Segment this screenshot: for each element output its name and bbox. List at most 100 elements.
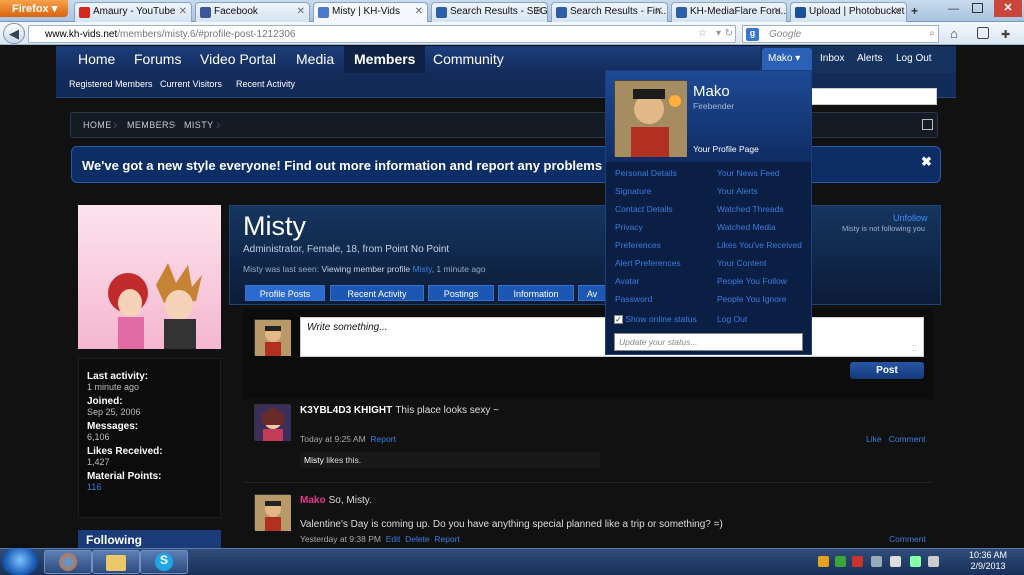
profile-tab[interactable]: Postings — [428, 285, 494, 301]
browser-tab[interactable]: Search Results - SEG... ✕ — [431, 2, 548, 22]
browser-tab[interactable]: Upload | Photobucket ✕ — [790, 2, 907, 22]
nav-tab-media[interactable]: Media — [286, 46, 344, 73]
alerts-link[interactable]: Alerts — [857, 53, 883, 64]
subnav-item[interactable]: Registered Members — [69, 79, 153, 89]
close-tab-icon[interactable]: ✕ — [415, 6, 423, 17]
close-window-icon[interactable]: ✕ — [994, 0, 1022, 17]
close-tab-icon[interactable]: ✕ — [535, 6, 543, 17]
taskbar-skype-icon[interactable]: S — [140, 550, 188, 574]
taskbar-explorer-icon[interactable] — [92, 550, 140, 574]
report-link[interactable]: Report — [434, 534, 460, 544]
show-online-option[interactable]: ✓ Show online status — [614, 314, 697, 324]
account-menu-link[interactable]: Your News Feed — [717, 168, 780, 178]
checkbox-icon[interactable]: ✓ — [614, 315, 623, 324]
profile-avatar[interactable] — [78, 205, 221, 349]
user-menu-button[interactable]: Mako ▾ — [762, 48, 812, 71]
tray-app-icon[interactable] — [818, 556, 829, 567]
back-button[interactable]: ◀ — [3, 23, 25, 44]
dropdown-icon[interactable]: ▾ — [716, 28, 721, 39]
profile-tab[interactable]: Recent Activity — [330, 285, 424, 301]
reload-icon[interactable]: ↻ — [725, 28, 733, 39]
url-bar[interactable]: www.kh-vids.net/members/misty.6/#profile… — [28, 25, 736, 43]
account-menu-link[interactable]: Password — [615, 294, 652, 304]
start-button[interactable] — [2, 548, 38, 575]
post-time[interactable]: Yesterday at 9:38 PM — [300, 534, 381, 544]
browser-search-input[interactable]: g Google ⌕ — [742, 25, 939, 43]
breadcrumb-item[interactable]: Misty — [184, 120, 214, 130]
close-tab-icon[interactable]: ✕ — [297, 6, 305, 17]
account-menu-link[interactable]: Alert Preferences — [615, 258, 681, 268]
close-tab-icon[interactable]: ✕ — [894, 6, 902, 17]
post-author[interactable]: Mako — [300, 495, 326, 506]
tray-app-icon[interactable] — [871, 556, 882, 567]
inbox-link[interactable]: Inbox — [820, 53, 844, 64]
account-menu-link[interactable]: People You Follow — [717, 276, 787, 286]
edit-link[interactable]: Edit — [386, 534, 401, 544]
nav-tab-forums[interactable]: Forums — [124, 46, 191, 73]
account-menu-link[interactable]: Likes You've Received — [717, 240, 802, 250]
search-icon[interactable]: ⌕ — [929, 28, 935, 39]
downloads-icon[interactable] — [977, 27, 989, 39]
bookmark-star-icon[interactable]: ☆ — [698, 28, 707, 39]
tray-flag-icon[interactable] — [890, 556, 901, 567]
profile-tab[interactable]: Av — [578, 285, 606, 301]
resize-handle-icon[interactable]: ⁚⁚ — [912, 344, 917, 353]
collapse-icon[interactable] — [922, 119, 933, 130]
account-menu-link[interactable]: Your Alerts — [717, 186, 758, 196]
tray-network-icon[interactable] — [910, 556, 921, 567]
popup-username[interactable]: Mako — [693, 83, 730, 100]
unfollow-link[interactable]: Unfollow — [893, 213, 928, 223]
report-link[interactable]: Report — [370, 434, 396, 444]
home-icon[interactable]: ⌂ — [950, 26, 958, 41]
nav-tab-video-portal[interactable]: Video Portal — [190, 46, 286, 73]
profile-location-link[interactable]: Point No Point — [385, 244, 449, 255]
tray-app-icon[interactable] — [835, 556, 846, 567]
nav-tab-members[interactable]: Members — [344, 46, 426, 73]
new-tab-button[interactable]: + — [911, 4, 918, 18]
account-menu-link[interactable]: Privacy — [615, 222, 643, 232]
browser-tab[interactable]: Search Results - Fin... ✕ — [551, 2, 668, 22]
comment-link[interactable]: Comment — [889, 534, 926, 544]
taskbar-clock[interactable]: 10:36 AM 2/9/2013 — [958, 550, 1018, 572]
post-button[interactable]: Post — [850, 362, 924, 379]
maximize-icon[interactable] — [972, 3, 983, 13]
my-avatar[interactable] — [254, 319, 291, 356]
subnav-item[interactable]: Current Visitors — [160, 79, 222, 89]
liker-link[interactable]: Misty — [304, 455, 324, 465]
tray-app-icon[interactable] — [852, 556, 863, 567]
account-menu-link[interactable]: Watched Threads — [717, 204, 784, 214]
tab-groups-icon[interactable]: ✚ — [1001, 28, 1010, 41]
browser-tab[interactable]: Facebook ✕ — [195, 2, 310, 22]
your-profile-link[interactable]: Your Profile Page — [693, 144, 759, 154]
subnav-item[interactable]: Recent Activity — [236, 79, 295, 89]
account-menu-link[interactable]: People You Ignore — [717, 294, 786, 304]
close-tab-icon[interactable]: ✕ — [774, 6, 782, 17]
last-seen-member-link[interactable]: Misty — [412, 264, 431, 274]
account-menu-link[interactable]: Watched Media — [717, 222, 776, 232]
account-menu-link[interactable]: Contact Details — [615, 204, 673, 214]
popup-avatar[interactable] — [614, 80, 687, 157]
close-tab-icon[interactable]: ✕ — [655, 6, 663, 17]
account-menu-link[interactable]: Preferences — [615, 240, 661, 250]
browser-tab[interactable]: Misty | KH-Vids ✕ — [313, 2, 428, 23]
post-time[interactable]: Today at 9:25 AM — [300, 434, 366, 444]
account-menu-link[interactable]: Your Content — [717, 258, 766, 268]
taskbar-firefox-icon[interactable] — [44, 550, 92, 574]
account-menu-link[interactable]: Personal Details — [615, 168, 677, 178]
delete-link[interactable]: Delete — [405, 534, 430, 544]
logout-link[interactable]: Log Out — [896, 53, 932, 64]
firefox-menu-button[interactable]: Firefox ▾ — [0, 0, 68, 17]
like-link[interactable]: Like — [866, 434, 882, 444]
browser-tab[interactable]: KH-MediaFlare Foru... ✕ — [671, 2, 787, 22]
nav-tab-home[interactable]: Home — [68, 46, 125, 73]
minimize-icon[interactable]: — — [948, 3, 959, 15]
breadcrumb-item[interactable]: Home — [83, 120, 112, 130]
stat-value[interactable]: 116 — [87, 482, 212, 492]
breadcrumb-item[interactable]: Members — [127, 120, 175, 130]
update-status-input[interactable]: Update your status... — [614, 333, 803, 351]
browser-tab[interactable]: Amaury - YouTube ✕ — [74, 2, 192, 22]
profile-tab[interactable]: Information — [498, 285, 574, 301]
profile-tab[interactable]: Profile Posts — [245, 285, 325, 301]
close-icon[interactable]: ✖ — [921, 154, 932, 170]
close-tab-icon[interactable]: ✕ — [179, 6, 187, 17]
